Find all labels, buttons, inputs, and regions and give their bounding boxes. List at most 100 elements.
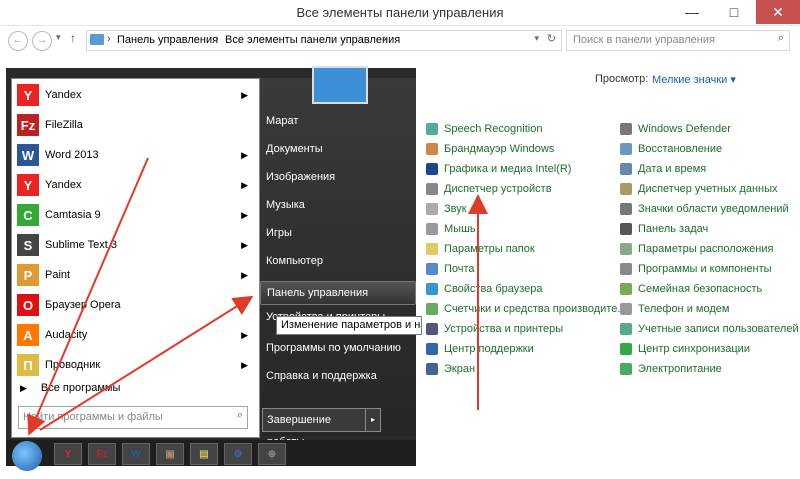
start-search-input[interactable]: Найти программы и файлы ⌕ <box>18 406 248 429</box>
cp-item-label: Параметры расположения <box>638 243 774 255</box>
shutdown-button[interactable]: Завершение работы <box>262 408 368 448</box>
cp-item[interactable]: Брандмауэр Windows <box>426 140 554 158</box>
refresh-icon[interactable]: ↻ <box>547 32 556 45</box>
start-right-item[interactable]: Музыка <box>260 194 414 216</box>
submenu-arrow-icon[interactable]: ▶ <box>241 150 248 161</box>
start-button[interactable] <box>12 441 42 471</box>
cp-item[interactable]: Мышь <box>426 220 476 238</box>
start-right-item[interactable]: Компьютер <box>260 250 414 272</box>
start-app-item[interactable]: Y Yandex ▶ <box>11 80 258 110</box>
view-label: Просмотр: <box>595 73 649 85</box>
submenu-arrow-icon[interactable]: ▶ <box>241 240 248 251</box>
taskbar-app-button[interactable]: W <box>122 443 150 465</box>
cp-item-icon <box>426 323 438 335</box>
search-icon[interactable]: ⌕ <box>237 409 243 422</box>
back-button[interactable]: ← <box>8 31 28 51</box>
view-mode-dropdown[interactable]: Мелкие значки ▾ <box>652 73 736 86</box>
cp-item-icon <box>426 163 438 175</box>
cp-item[interactable]: Графика и медиа Intel(R) <box>426 160 571 178</box>
start-right-item[interactable]: Игры <box>260 222 414 244</box>
cp-item[interactable]: Экран <box>426 360 475 378</box>
up-button[interactable]: ↑ <box>70 31 76 45</box>
start-app-item[interactable]: C Camtasia 9 ▶ <box>11 200 258 230</box>
minimize-button[interactable]: — <box>672 0 712 24</box>
close-button[interactable]: ✕ <box>756 0 800 24</box>
shutdown-options-button[interactable]: ▸ <box>365 408 381 432</box>
start-right-item[interactable]: Панель управления <box>260 281 416 305</box>
cp-item[interactable]: Программы и компоненты <box>620 260 772 278</box>
submenu-arrow-icon[interactable]: ▶ <box>241 90 248 101</box>
start-right-item[interactable]: Изображения <box>260 166 414 188</box>
start-app-item[interactable]: P Paint ▶ <box>11 260 258 290</box>
cp-item-label: Мышь <box>444 223 476 235</box>
tooltip: Изменение параметров и настройка функцио… <box>276 316 422 335</box>
address-bar[interactable]: › Панель управления › Все элементы панел… <box>86 30 562 51</box>
cp-item[interactable]: Windows Defender <box>620 120 731 138</box>
cp-item[interactable]: Семейная безопасность <box>620 280 762 298</box>
taskbar-app-button[interactable]: Fz <box>88 443 116 465</box>
start-right-item[interactable]: Документы <box>260 138 414 160</box>
cp-item-icon <box>620 143 632 155</box>
cp-item-icon <box>620 363 632 375</box>
taskbar-app-button[interactable]: ⚙ <box>224 443 252 465</box>
maximize-button[interactable]: □ <box>714 0 754 24</box>
app-icon: Y <box>17 174 39 196</box>
cp-item[interactable]: Центр синхронизации <box>620 340 750 358</box>
search-input[interactable]: Поиск в панели управления ⌕ <box>566 30 790 51</box>
start-app-item[interactable]: W Word 2013 ▶ <box>11 140 258 170</box>
start-right-item[interactable]: Марат <box>260 110 414 132</box>
all-programs-button[interactable]: ▶ Все программы <box>14 378 254 398</box>
taskbar-app-button[interactable]: ▣ <box>156 443 184 465</box>
app-label: Camtasia 9 <box>45 209 101 221</box>
taskbar-app-button[interactable]: ⊛ <box>258 443 286 465</box>
start-right-item[interactable]: Программы по умолчанию <box>260 337 414 359</box>
cp-item-label: Звук <box>444 203 467 215</box>
cp-item[interactable]: Почта <box>426 260 475 278</box>
cp-item[interactable]: Счетчики и средства производите... <box>426 300 627 318</box>
user-picture[interactable] <box>312 66 368 104</box>
start-app-item[interactable]: S Sublime Text 3 ▶ <box>11 230 258 260</box>
address-dropdown-icon[interactable]: ▾ <box>534 33 539 44</box>
start-app-item[interactable]: Fz FileZilla <box>11 110 258 140</box>
cp-item-label: Speech Recognition <box>444 123 543 135</box>
cp-item[interactable]: Звук <box>426 200 467 218</box>
cp-item[interactable]: Свойства браузера <box>426 280 543 298</box>
cp-item-label: Программы и компоненты <box>638 263 772 275</box>
submenu-arrow-icon[interactable]: ▶ <box>241 210 248 221</box>
cp-item[interactable]: Устройства и принтеры <box>426 320 563 338</box>
start-app-item[interactable]: П Проводник ▶ <box>11 350 258 380</box>
cp-item[interactable]: Восстановление <box>620 140 722 158</box>
cp-item[interactable]: Параметры расположения <box>620 240 773 258</box>
cp-item[interactable]: Электропитание <box>620 360 722 378</box>
breadcrumb-control-panel[interactable]: Панель управления <box>117 34 218 46</box>
cp-item[interactable]: Учетные записи пользователей <box>620 320 799 338</box>
cp-item[interactable]: Значки области уведомлений <box>620 200 789 218</box>
cp-item[interactable]: Диспетчер устройств <box>426 180 552 198</box>
search-icon[interactable]: ⌕ <box>778 32 784 45</box>
cp-item[interactable]: Панель задач <box>620 220 708 238</box>
taskbar-app-button[interactable]: Y <box>54 443 82 465</box>
taskbar-app-button[interactable]: ▤ <box>190 443 218 465</box>
cp-item-label: Семейная безопасность <box>638 283 763 295</box>
forward-button[interactable]: → <box>32 31 52 51</box>
submenu-arrow-icon[interactable]: ▶ <box>241 330 248 341</box>
start-app-item[interactable]: A Audacity ▶ <box>11 320 258 350</box>
cp-item[interactable]: Диспетчер учетных данных <box>620 180 778 198</box>
cp-item[interactable]: Параметры папок <box>426 240 535 258</box>
start-app-item[interactable]: Y Yandex ▶ <box>11 170 258 200</box>
submenu-arrow-icon[interactable]: ▶ <box>241 180 248 191</box>
cp-item[interactable]: Speech Recognition <box>426 120 542 138</box>
cp-item[interactable]: Телефон и модем <box>620 300 729 318</box>
recent-dropdown-icon[interactable]: ▾ <box>56 32 61 43</box>
breadcrumb-all-items[interactable]: Все элементы панели управления <box>225 34 400 46</box>
cp-item-label: Телефон и модем <box>638 303 730 315</box>
submenu-arrow-icon[interactable]: ▶ <box>241 270 248 281</box>
cp-item[interactable]: Центр поддержки <box>426 340 534 358</box>
cp-item-icon <box>426 223 438 235</box>
cp-item[interactable]: Дата и время <box>620 160 706 178</box>
start-right-item[interactable]: Справка и поддержка <box>260 365 414 387</box>
cp-item-label: Восстановление <box>638 143 723 155</box>
submenu-arrow-icon[interactable]: ▶ <box>241 360 248 371</box>
cp-item-label: Свойства браузера <box>444 283 543 295</box>
start-app-item[interactable]: O Браузер Opera <box>11 290 258 320</box>
